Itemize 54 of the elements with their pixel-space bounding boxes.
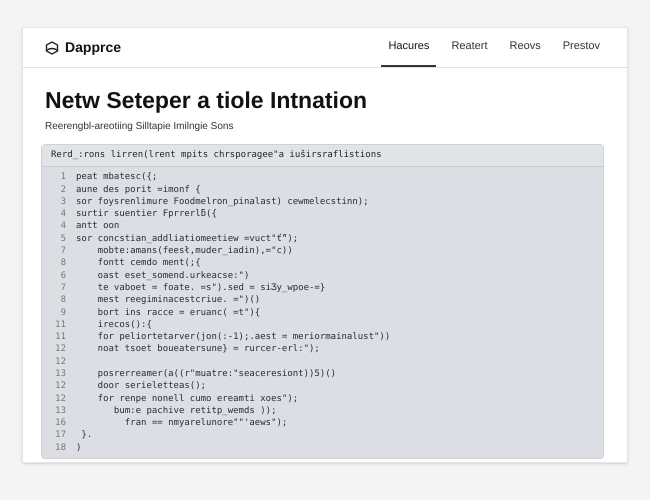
- code-line: for peliortetarver(jon(:-1);.aest = meriormainalust")): [96, 331, 390, 344]
- code-line: ): [76, 442, 82, 454]
- line-number: 12: [54, 380, 66, 393]
- code-line: noat tsoet boueatersune} = rurcer-erl:");: [96, 343, 320, 356]
- line-number: 3: [60, 196, 66, 208]
- line-number: 18: [54, 442, 66, 454]
- line-number: 7: [60, 282, 66, 294]
- code-line: mest reegiminacestcriue. =")(): [96, 294, 260, 307]
- line-number: 4: [60, 208, 66, 220]
- line-number: 13: [54, 368, 66, 380]
- page-subtitle: Reerengbl-areotiing Silltapie Imilngie Sons: [45, 120, 234, 134]
- code-line: }.: [80, 429, 92, 442]
- line-number: 12: [54, 343, 66, 356]
- nav-tab[interactable]: Prestov: [556, 28, 607, 67]
- logo-icon: [45, 40, 59, 54]
- code-line: oast eset_somend.urkeacse:"): [96, 270, 250, 282]
- line-number: 7: [60, 245, 66, 258]
- page-title: Netw Seteper a tiole Intnation: [45, 86, 368, 115]
- code-line: sor concstian_addliatiomeetiew =vuct"ť̃");: [76, 232, 298, 246]
- code-line: sor foysrenlimure Foodmelron_pinalast) cewmelecstinn);: [76, 196, 369, 208]
- nav-tab[interactable]: Hacures: [381, 28, 436, 67]
- code-line: bort ins racce = eruanc( =t"){: [96, 306, 260, 319]
- code-caption: Rerd_:rons lirren(lrent mpits chrsporagee"a iuširsraflistions: [42, 144, 603, 168]
- line-number: 8: [60, 294, 66, 307]
- line-number: 11: [54, 318, 66, 332]
- line-number: 17: [54, 429, 66, 442]
- line-number: 9: [60, 306, 66, 319]
- code-line: fran == nmyarelunore""'aews");: [124, 417, 288, 430]
- nav-tab[interactable]: Reatert: [444, 28, 495, 67]
- line-number: 13: [54, 404, 66, 418]
- code-line: for renpe nonell cumo ereamti xoes");: [96, 392, 298, 405]
- code-line: posrerreamer(a((r"muatre:"seaceresiont))5)(): [96, 368, 336, 380]
- code-line: irecos():{: [96, 318, 152, 332]
- line-number: 12: [54, 356, 66, 368]
- line-number: 16: [54, 417, 66, 430]
- code-line: te vaboet = foate. =s").sed = siƷy_wpoe-=}: [96, 282, 326, 294]
- line-number: 2: [60, 184, 66, 196]
- code-line: aune des porit =imonf {: [76, 184, 201, 196]
- nav-tab[interactable]: Reovs: [502, 28, 548, 67]
- code-line: mobte:amans(feesł,muder_iadin),="c)): [96, 245, 293, 258]
- brand-name: Dapprce: [65, 38, 122, 57]
- code-line: fontt cemdo ment(;{: [96, 257, 201, 270]
- code-line: door serieletteas();: [96, 380, 206, 393]
- code-line: bum:e pachive retitp_wemds ));: [112, 404, 276, 418]
- line-number: 5: [60, 232, 66, 246]
- line-number: 4: [60, 220, 66, 233]
- line-number: 11: [54, 331, 66, 344]
- line-number: 1: [60, 171, 66, 184]
- line-number: 8: [60, 257, 66, 270]
- code-line: antt oon: [76, 220, 120, 233]
- line-number: 12: [54, 392, 66, 405]
- line-number: 6: [60, 270, 66, 282]
- code-line: surtir suentier Fprrerlƃ({: [76, 208, 217, 220]
- code-line: peat mbatesc({;: [76, 171, 158, 184]
